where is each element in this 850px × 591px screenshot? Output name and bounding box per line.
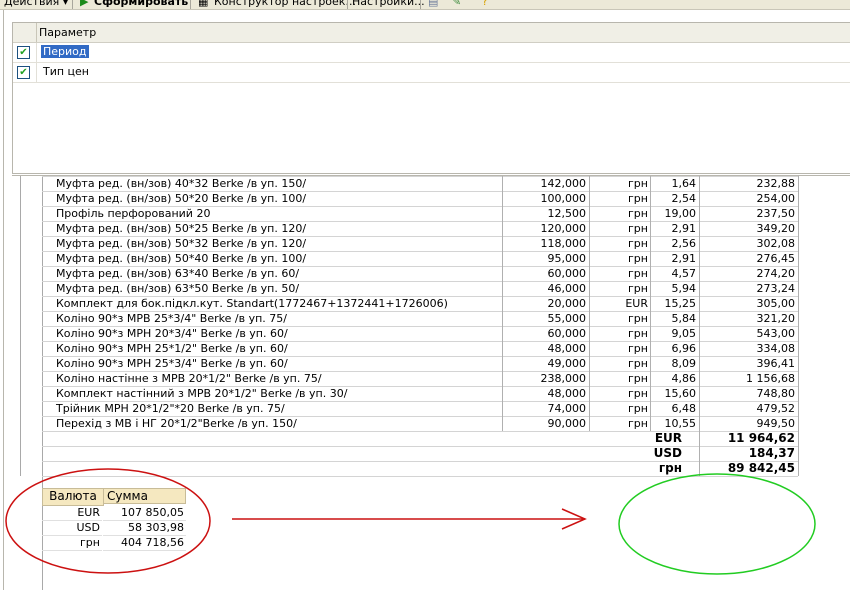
- red-circle-annotation: [5, 468, 211, 574]
- green-circle-annotation: [618, 473, 816, 575]
- annotation-layer: [5, 468, 816, 575]
